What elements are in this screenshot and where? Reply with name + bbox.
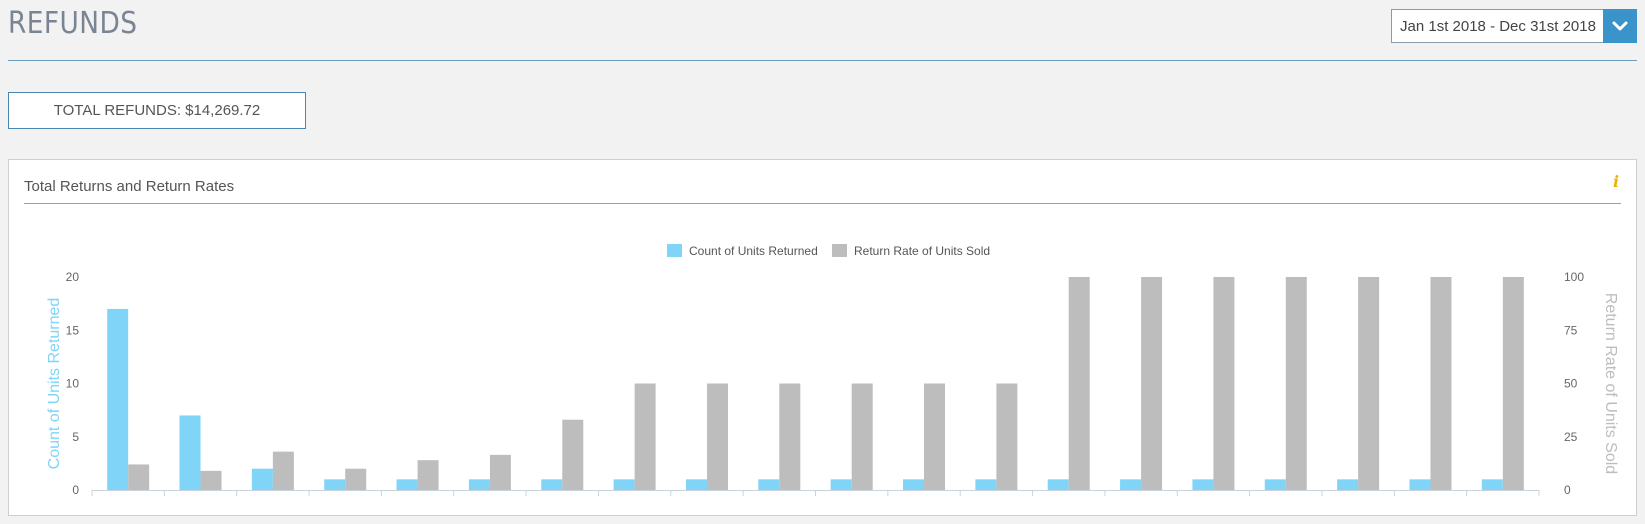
bar-units-returned — [1120, 479, 1142, 490]
bar-return-rate — [1213, 277, 1235, 490]
returns-chart-panel: Total Returns and Return Rates i Count o… — [8, 159, 1637, 516]
bar-units-returned — [830, 479, 852, 490]
bar-return-rate — [779, 383, 801, 490]
panel-title: Total Returns and Return Rates — [24, 178, 235, 195]
y-right-tick-label: 50 — [1564, 377, 1578, 391]
bar-units-returned — [1264, 479, 1286, 490]
legend-swatch-returned — [667, 244, 682, 257]
legend-label-rate: Return Rate of Units Sold — [854, 244, 990, 258]
y-left-tick-label: 5 — [72, 430, 79, 444]
bar-return-rate — [128, 464, 150, 490]
bar-return-rate — [634, 383, 656, 490]
bar-return-rate — [562, 419, 584, 490]
bar-units-returned — [396, 479, 418, 490]
y-left-tick-label: 15 — [66, 323, 80, 337]
y-right-tick-label: 0 — [1564, 483, 1571, 497]
bar-units-returned — [468, 479, 490, 490]
bar-return-rate — [272, 451, 294, 490]
legend-label-returned: Count of Units Returned — [689, 244, 818, 258]
bar-return-rate — [706, 383, 728, 490]
bar-units-returned — [613, 479, 635, 490]
bar-units-returned — [251, 468, 273, 490]
bar-return-rate — [489, 454, 511, 490]
total-refunds-summary: TOTAL REFUNDS: $14,269.72 — [8, 92, 306, 129]
bar-units-returned — [541, 479, 563, 490]
bar-units-returned — [758, 479, 780, 490]
y-left-tick-label: 10 — [66, 377, 80, 391]
bar-return-rate — [1430, 277, 1452, 490]
bar-return-rate — [1141, 277, 1163, 490]
chevron-down-icon — [1612, 21, 1628, 31]
y-left-tick-label: 0 — [72, 483, 79, 497]
panel-divider — [24, 203, 1621, 204]
returns-chart: Count of Units Returned Return Rate of Un… — [46, 244, 1619, 497]
bar-units-returned — [685, 479, 707, 490]
bar-return-rate — [1068, 277, 1090, 490]
date-dropdown-button[interactable] — [1603, 9, 1637, 43]
bar-units-returned — [1481, 479, 1503, 490]
bar-return-rate — [1358, 277, 1380, 490]
bar-units-returned — [107, 308, 129, 490]
bar-units-returned — [903, 479, 925, 490]
y-right-axis-title: Return Rate of Units Sold — [1602, 293, 1619, 474]
bar-units-returned — [1192, 479, 1214, 490]
bar-units-returned — [324, 479, 346, 490]
y-left-axis-title: Count of Units Returned — [46, 298, 63, 470]
bar-return-rate — [417, 460, 439, 490]
y-right-tick-label: 75 — [1564, 323, 1578, 337]
bar-return-rate — [851, 383, 873, 490]
date-range-picker[interactable]: Jan 1st 2018 - Dec 31st 2018 — [1391, 9, 1637, 43]
bar-return-rate — [924, 383, 946, 490]
bar-units-returned — [179, 415, 201, 490]
title-divider — [8, 60, 1637, 61]
page-title: REFUNDS — [8, 6, 138, 41]
bar-return-rate — [1502, 277, 1524, 490]
y-right-tick-label: 100 — [1564, 270, 1584, 284]
y-right-tick-label: 25 — [1564, 430, 1578, 444]
bar-units-returned — [975, 479, 997, 490]
bar-return-rate — [1285, 277, 1307, 490]
bar-units-returned — [1047, 479, 1069, 490]
info-icon[interactable]: i — [1613, 172, 1619, 191]
bar-units-returned — [1337, 479, 1359, 490]
date-range-text: Jan 1st 2018 - Dec 31st 2018 — [1400, 17, 1596, 35]
legend-swatch-rate — [832, 244, 847, 257]
bar-return-rate — [200, 470, 222, 490]
bar-units-returned — [1409, 479, 1431, 490]
bar-return-rate — [345, 468, 367, 490]
y-left-tick-label: 20 — [66, 270, 80, 284]
bar-return-rate — [996, 383, 1018, 490]
